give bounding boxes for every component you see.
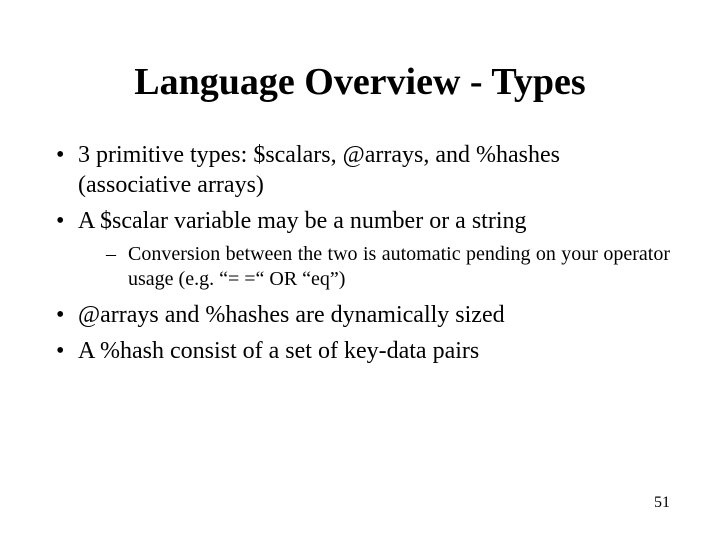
slide: Language Overview - Types 3 primitive ty… xyxy=(0,0,720,540)
sub-bullet-list: Conversion between the two is automatic … xyxy=(78,242,670,292)
sub-bullet-item: Conversion between the two is automatic … xyxy=(78,242,670,292)
slide-title: Language Overview - Types xyxy=(50,60,670,104)
bullet-item: 3 primitive types: $scalars, @arrays, an… xyxy=(50,140,670,200)
bullet-item: A $scalar variable may be a number or a … xyxy=(50,206,670,292)
bullet-list: 3 primitive types: $scalars, @arrays, an… xyxy=(50,140,670,366)
bullet-item: A %hash consist of a set of key-data pai… xyxy=(50,336,670,366)
bullet-text: A $scalar variable may be a number or a … xyxy=(78,208,527,234)
bullet-item: @arrays and %hashes are dynamically size… xyxy=(50,300,670,330)
page-number: 51 xyxy=(654,494,670,512)
